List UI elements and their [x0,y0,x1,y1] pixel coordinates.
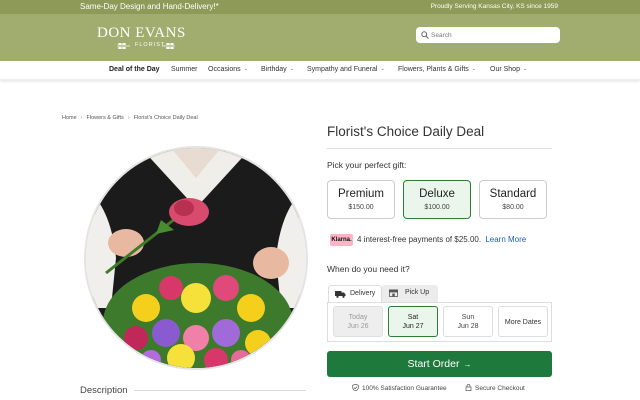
tab-delivery[interactable]: Delivery [328,285,382,302]
leaf-sprig-icon [117,43,130,49]
shop-logo[interactable]: DON EVANS FLORIST [97,25,192,55]
secure-text: Secure Checkout [475,385,525,392]
option-name: Deluxe [419,188,455,200]
nav-flowers-plants-gifts[interactable]: Flowers, Plants & Gifts ⌄ [398,66,476,73]
nav-occasions[interactable]: Occasions ⌄ [208,66,248,73]
option-deluxe[interactable]: Deluxe $100.00 [403,180,471,219]
description-heading[interactable]: Description [80,385,128,396]
search-icon [421,31,429,39]
satisfaction-guarantee: 100% Satisfaction Guarantee [352,384,447,392]
search-box[interactable] [416,27,560,43]
option-price: $100.00 [424,204,450,211]
date-today: Today Jun 26 [333,306,383,337]
option-name: Premium [337,188,384,200]
nav-summer[interactable]: Summer [171,66,197,73]
option-name: Standard [489,188,537,200]
tab-label: Delivery [350,290,376,297]
date-day: Today [348,314,368,321]
product-title: Florist's Choice Daily Deal [327,124,485,139]
search-input[interactable] [431,28,555,42]
breadcrumb-flowers-gifts[interactable]: Flowers & Gifts [87,115,124,121]
pick-gift-label: Pick your perfect gift: [327,160,407,170]
main-nav: Deal of the Day Summer Occasions ⌄ Birthd… [0,61,640,80]
option-standard[interactable]: Standard $80.00 [479,180,547,219]
klarna-message: 4 interest-free payments of $25.00. Lear… [357,235,526,244]
chevron-down-icon: ⌄ [243,66,248,72]
description-divider [134,390,306,391]
nav-label: Occasions [208,66,241,73]
option-premium[interactable]: Premium $150.00 [327,180,395,219]
nav-label: Deal of the Day [109,66,160,73]
nav-label: Flowers, Plants & Gifts [398,66,469,73]
logo-name: DON EVANS [97,25,186,41]
bouquet-illustration [86,148,306,368]
date-sun[interactable]: Sun Jun 28 [443,306,493,337]
nav-deal-of-the-day[interactable]: Deal of the Day [109,66,160,73]
more-dates-label: More Dates [504,319,542,326]
tab-label: Pick Up [405,289,430,296]
learn-more-link[interactable]: Learn More [485,235,526,244]
chevron-down-icon: ⌄ [522,66,528,72]
klarna-text: 4 interest-free payments of $25.00. [357,235,482,244]
site-header: DON EVANS FLORIST [0,14,640,61]
chevron-down-icon: ⌄ [380,66,385,72]
breadcrumb: Home › Flowers & Gifts › Florist's Choice Da… [62,115,198,121]
date-day: Sat [407,314,419,321]
nav-label: Summer [171,66,198,73]
when-label: When do you need it? [327,264,410,274]
nav-our-shop[interactable]: Our Shop ⌄ [490,66,527,73]
start-order-label: Start Order [407,358,460,370]
nav-label: Birthday [261,66,287,73]
start-order-button[interactable]: Start Order → [327,351,552,377]
nav-birthday[interactable]: Birthday ⌄ [261,66,294,73]
secure-checkout: Secure Checkout [465,384,525,392]
nav-sympathy-funeral[interactable]: Sympathy and Funeral ⌄ [307,66,385,73]
lock-icon [465,384,472,391]
breadcrumb-home[interactable]: Home [62,115,77,121]
date-value: Jun 27 [402,323,424,330]
date-day: Sun [461,314,475,321]
top-promo-bar: Same-Day Design and Hand-Delivery!* Prou… [0,0,640,14]
promo-text: Same-Day Design and Hand-Delivery!* [80,2,219,11]
product-image [84,146,308,370]
title-divider [327,148,552,149]
serving-text: Proudly Serving Kansas City, KS since 19… [430,3,558,10]
klarna-badge: Klarna. [330,234,353,246]
date-sat[interactable]: Sat Jun 27 [388,306,438,337]
store-icon [389,289,398,297]
date-value: Jun 26 [347,323,369,330]
nav-label: Sympathy and Funeral [307,66,378,73]
breadcrumb-current: Florist's Choice Daily Deal [133,115,198,121]
date-value: Jun 28 [457,323,479,330]
option-price: $80.00 [502,204,524,211]
breadcrumb-chevron-icon: › [80,115,83,121]
truck-icon [335,291,346,298]
chevron-down-icon: ⌄ [289,66,294,72]
satisfaction-text: 100% Satisfaction Guarantee [362,385,447,392]
chevron-down-icon: ⌄ [471,66,476,72]
option-price: $150.00 [348,204,374,211]
breadcrumb-chevron-icon: › [127,115,130,121]
leaf-sprig-icon [162,43,175,49]
more-dates-button[interactable]: More Dates [498,306,548,337]
shield-check-icon [352,384,359,391]
tab-pickup[interactable]: Pick Up [382,285,438,302]
nav-label: Our Shop [490,66,520,73]
arrow-right-icon: → [463,360,472,369]
